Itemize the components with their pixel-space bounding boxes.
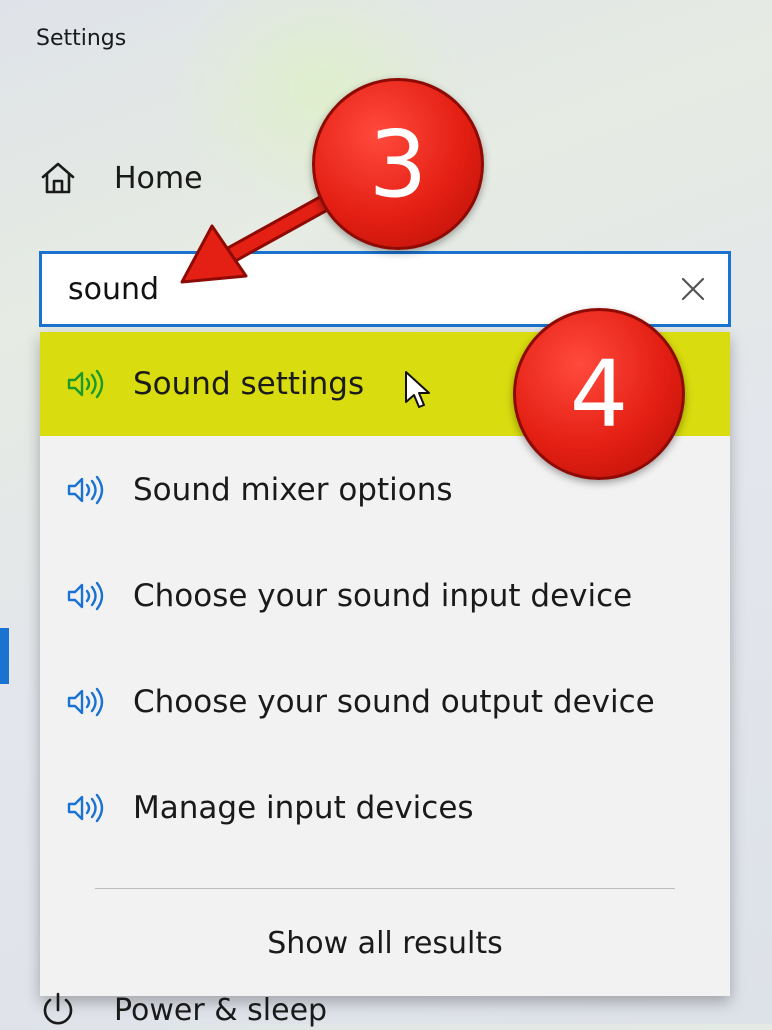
result-label: Choose your sound output device (133, 684, 655, 720)
speaker-icon (67, 687, 104, 717)
result-label: Choose your sound input device (133, 578, 633, 614)
speaker-icon (67, 475, 104, 505)
step-badge-3: 3 (312, 78, 484, 250)
result-manage-input-devices[interactable]: Manage input devices (40, 756, 730, 860)
nav-home[interactable]: Home (38, 150, 203, 206)
result-sound-output-device[interactable]: Choose your sound output device (40, 650, 730, 754)
nav-home-label: Home (114, 160, 203, 196)
result-label: Sound settings (133, 366, 365, 402)
result-sound-input-device[interactable]: Choose your sound input device (40, 544, 730, 648)
nav-selection-indicator (0, 628, 9, 684)
nav-power-sleep[interactable]: Power & sleep (38, 990, 327, 1030)
show-all-results-link[interactable]: Show all results (40, 904, 730, 984)
home-icon (41, 162, 75, 194)
power-icon (43, 992, 73, 1025)
window-title: Settings (36, 26, 127, 51)
result-label: Sound mixer options (133, 472, 453, 508)
results-divider (95, 888, 675, 889)
speaker-icon (67, 369, 104, 399)
mouse-cursor-icon (405, 371, 430, 408)
result-label: Manage input devices (133, 790, 474, 826)
close-icon[interactable] (678, 274, 708, 304)
speaker-icon (67, 581, 104, 611)
step-badge-4: 4 (513, 308, 685, 480)
speaker-icon (67, 793, 104, 823)
nav-power-sleep-label: Power & sleep (114, 992, 328, 1028)
